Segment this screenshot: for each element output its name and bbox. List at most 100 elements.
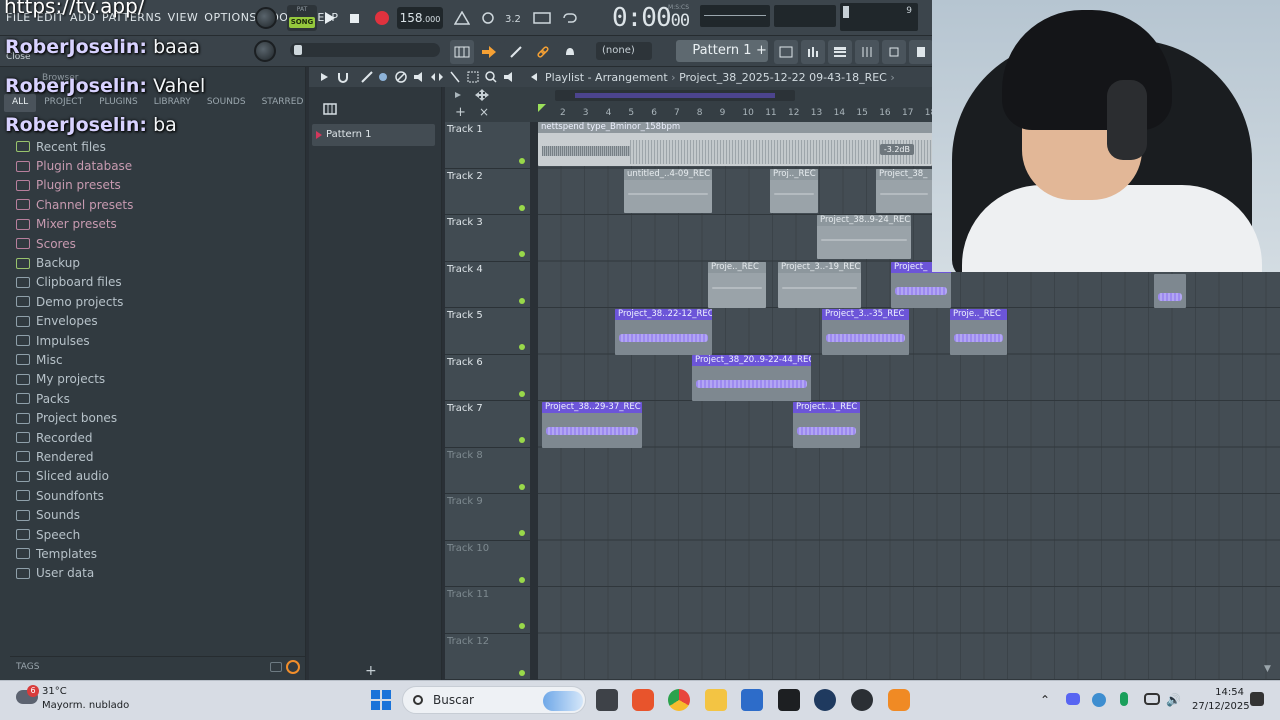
browser-item[interactable]: Impulses bbox=[12, 331, 304, 350]
browser-item[interactable]: Plugin presets bbox=[12, 176, 304, 195]
audio-clip[interactable]: Project_38..9-24_REC bbox=[817, 215, 911, 259]
step-edit-button[interactable] bbox=[530, 6, 554, 30]
track-header[interactable]: Track 1 bbox=[445, 122, 530, 169]
track-enable-led[interactable] bbox=[519, 251, 525, 257]
audio-clip[interactable]: Project_3..-19_REC bbox=[778, 262, 861, 308]
audio-clip[interactable]: Proje.._REC bbox=[708, 262, 766, 308]
browser-item[interactable]: Project bones bbox=[12, 408, 304, 427]
notification-icon[interactable] bbox=[1250, 692, 1264, 706]
tab-starred[interactable]: STARRED bbox=[254, 94, 312, 112]
audio-clip[interactable]: Project_38..22-12_REC bbox=[615, 309, 712, 355]
pencil-tool-icon[interactable] bbox=[361, 71, 373, 83]
link-button[interactable] bbox=[531, 40, 555, 64]
track-enable-led[interactable] bbox=[519, 158, 525, 164]
arrow-button[interactable] bbox=[477, 40, 501, 64]
track-header[interactable]: Track 11 bbox=[445, 587, 530, 634]
browser-item[interactable]: Sliced audio bbox=[12, 467, 304, 486]
audio-clip[interactable]: Project..1_REC bbox=[793, 402, 860, 448]
play-arrow-icon[interactable] bbox=[319, 72, 329, 82]
loop-record-button[interactable] bbox=[558, 6, 582, 30]
browser-item[interactable]: Backup bbox=[12, 253, 304, 272]
discord-icon[interactable] bbox=[1066, 693, 1080, 705]
audio-clip[interactable]: Proje.._REC bbox=[950, 309, 1007, 355]
audio-clip[interactable]: Proj.._REC bbox=[770, 169, 818, 213]
add-pattern-button[interactable]: + bbox=[756, 43, 768, 59]
browser-item[interactable]: Packs bbox=[12, 389, 304, 408]
audio-clip[interactable]: untitled_..4-09_REC bbox=[624, 169, 712, 213]
menu-view[interactable]: VIEW bbox=[168, 11, 199, 24]
master-pitch-knob[interactable] bbox=[254, 40, 276, 62]
snap-selector[interactable]: (none) bbox=[596, 42, 652, 60]
track-header[interactable]: Track 10 bbox=[445, 540, 530, 587]
pat-song-toggle[interactable]: PAT SONG bbox=[287, 5, 317, 31]
browser-item[interactable]: Clipboard files bbox=[12, 273, 304, 292]
start-button[interactable] bbox=[371, 690, 391, 710]
browser-item[interactable]: Scores bbox=[12, 234, 304, 253]
mute-tool-icon[interactable] bbox=[413, 71, 425, 83]
select-tool-icon[interactable] bbox=[467, 71, 479, 83]
mixer-button[interactable] bbox=[855, 40, 879, 64]
wait-input-button[interactable] bbox=[476, 6, 500, 30]
playlist-overview[interactable] bbox=[555, 90, 795, 101]
track-header[interactable]: Track 6 bbox=[445, 354, 530, 401]
slice-tool-icon[interactable] bbox=[449, 71, 461, 83]
playlist-view-button[interactable] bbox=[774, 40, 798, 64]
mixer-view-button[interactable] bbox=[801, 40, 825, 64]
browser-item[interactable]: Soundfonts bbox=[12, 486, 304, 505]
browser-item[interactable]: Templates bbox=[12, 544, 304, 563]
playback-tool-icon[interactable] bbox=[503, 71, 515, 83]
piano-roll-icon[interactable] bbox=[323, 101, 337, 115]
taskbar-clock[interactable]: 14:54 27/12/2025 bbox=[1192, 686, 1250, 714]
countdown-button[interactable]: 3.2 bbox=[502, 6, 526, 30]
metronome-button[interactable] bbox=[450, 6, 474, 30]
track-enable-led[interactable] bbox=[519, 297, 525, 304]
track-enable-led[interactable] bbox=[519, 390, 525, 397]
browser-item[interactable]: Recorded bbox=[12, 428, 304, 447]
track-header[interactable]: Track 2 bbox=[445, 168, 530, 215]
search-icon[interactable] bbox=[286, 660, 300, 674]
hint-slider[interactable] bbox=[290, 43, 440, 57]
stop-button[interactable] bbox=[342, 6, 366, 30]
sync-icon[interactable] bbox=[1092, 693, 1106, 707]
store-icon[interactable] bbox=[741, 689, 763, 711]
track-enable-led[interactable] bbox=[519, 437, 525, 443]
timeline-ruler[interactable]: 2 3 4 5 6 7 8 9 10 11 12 13 14 15 16 17 18 bbox=[538, 104, 936, 122]
browser-item[interactable]: Sounds bbox=[12, 505, 304, 524]
snap-menu-icon[interactable] bbox=[453, 90, 463, 100]
browser-item[interactable]: Speech bbox=[12, 525, 304, 544]
browser-item[interactable]: Envelopes bbox=[12, 312, 304, 331]
track-header[interactable]: Track 9 bbox=[445, 494, 530, 541]
record-button[interactable] bbox=[370, 6, 394, 30]
track-enable-led[interactable] bbox=[519, 530, 525, 536]
browser-item[interactable]: Recent files bbox=[12, 137, 304, 156]
remove-track-button[interactable]: × bbox=[479, 105, 489, 119]
obs-icon[interactable] bbox=[851, 689, 873, 711]
metronome-bell-button[interactable] bbox=[558, 40, 582, 64]
move-icon[interactable] bbox=[475, 89, 489, 101]
file-explorer-icon[interactable] bbox=[705, 689, 727, 711]
epic-games-icon[interactable] bbox=[778, 689, 800, 711]
draw-tool-button[interactable] bbox=[504, 40, 528, 64]
add-track-button[interactable]: + bbox=[455, 105, 466, 120]
track-header[interactable]: Track 12 bbox=[445, 633, 530, 680]
track-header[interactable]: Track 5 bbox=[445, 308, 530, 355]
track-enable-led[interactable] bbox=[519, 576, 525, 583]
master-volume-knob[interactable] bbox=[255, 7, 277, 29]
audio-clip[interactable] bbox=[1154, 274, 1186, 308]
browser-item[interactable]: Mixer presets bbox=[12, 215, 304, 234]
taskbar-search[interactable]: Buscar bbox=[402, 686, 586, 714]
delete-tool-icon[interactable] bbox=[395, 71, 407, 83]
audio-clip[interactable]: Project_3..-35_REC bbox=[822, 309, 909, 355]
browser-item[interactable]: User data bbox=[12, 564, 304, 583]
paint-tool-icon[interactable] bbox=[377, 71, 389, 83]
slip-tool-icon[interactable] bbox=[431, 71, 443, 83]
play-button[interactable] bbox=[318, 6, 342, 30]
channel-rack-button[interactable] bbox=[828, 40, 852, 64]
zoom-tool-icon[interactable] bbox=[485, 71, 497, 83]
audio-clip[interactable]: nettspend type_Bminor_158bpm -3.2dB bbox=[538, 122, 932, 166]
browser-item[interactable]: Misc bbox=[12, 350, 304, 369]
plugin-picker-button[interactable] bbox=[882, 40, 906, 64]
playhead-marker-icon[interactable] bbox=[538, 104, 546, 112]
track-enable-led[interactable] bbox=[519, 204, 525, 211]
tab-sounds[interactable]: SOUNDS bbox=[199, 94, 254, 112]
